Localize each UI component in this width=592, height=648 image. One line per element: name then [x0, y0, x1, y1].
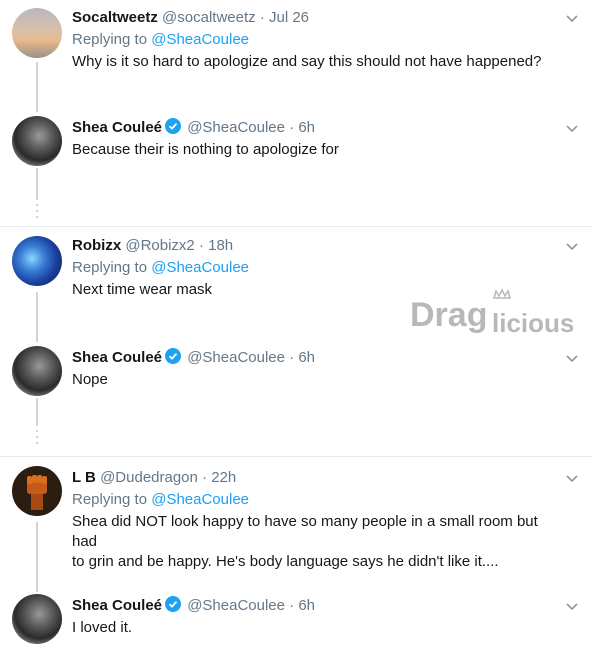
user-handle[interactable]: @Dudedragon [100, 469, 198, 486]
display-name[interactable]: Shea Couleé [72, 597, 162, 614]
separator: · [198, 237, 204, 254]
thread-more-dots [36, 204, 38, 222]
tweet-text: Why is it so hard to apologize and say t… [72, 53, 542, 70]
verified-badge-icon [165, 118, 182, 134]
tweet-header: Socaltweetz @socaltweetz · Jul 26 [72, 8, 560, 28]
user-handle[interactable]: @Robizx2 [125, 237, 194, 254]
chevron-down-icon[interactable] [564, 598, 580, 614]
tweet-header: Robizx @Robizx2 · 18h [72, 236, 560, 256]
verified-badge-icon [165, 348, 182, 364]
avatar[interactable] [12, 236, 62, 286]
user-handle[interactable]: @SheaCoulee [187, 119, 285, 136]
replying-to-label: Replying to [72, 259, 148, 276]
draglicious-watermark-logo: Drag licious [410, 288, 574, 338]
tweet-text: Because their is nothing to apologize fo… [72, 141, 339, 158]
tweet-text: Nope [72, 371, 108, 388]
replying-to: Replying to @SheaCoulee [72, 490, 560, 510]
thread-line [36, 168, 38, 200]
tweet-header: Shea Couleé @SheaCoulee · 6h [72, 348, 560, 368]
separator: · [202, 469, 208, 486]
separator: · [289, 597, 295, 614]
separator: · [289, 119, 295, 136]
chevron-down-icon[interactable] [564, 120, 580, 136]
tweet-header: Shea Couleé @SheaCoulee · 6h [72, 596, 560, 616]
tweet-text: Shea did NOT look happy to have so many … [72, 512, 560, 572]
replying-to: Replying to @SheaCoulee [72, 258, 560, 278]
watermark-text-licious: licious [492, 308, 574, 338]
watermark-text-drag: Drag [410, 296, 487, 334]
timestamp[interactable]: 6h [298, 597, 315, 614]
display-name[interactable]: Shea Couleé [72, 349, 162, 366]
display-name[interactable]: L B [72, 469, 96, 486]
tweet[interactable]: Socaltweetz @socaltweetz · Jul 26 Replyi… [0, 0, 592, 100]
avatar[interactable] [12, 466, 62, 516]
thread-line [36, 398, 38, 426]
avatar[interactable] [12, 594, 62, 644]
user-handle[interactable]: @socaltweetz [162, 9, 256, 26]
timestamp[interactable]: 6h [298, 349, 315, 366]
replying-to: Replying to @SheaCoulee [72, 30, 560, 50]
tweet-header: L B @Dudedragon · 22h [72, 468, 560, 488]
tweet-text-line: to grin and be happy. He's body language… [72, 553, 499, 570]
user-handle[interactable]: @SheaCoulee [187, 349, 285, 366]
tweet[interactable]: L B @Dudedragon · 22h Replying to @SheaC… [0, 458, 592, 570]
mention-link[interactable]: @SheaCoulee [151, 491, 249, 508]
tweet[interactable]: Shea Couleé @SheaCoulee · 6h Nope [0, 342, 592, 402]
user-handle[interactable]: @SheaCoulee [187, 597, 285, 614]
chevron-down-icon[interactable] [564, 470, 580, 486]
chevron-down-icon[interactable] [564, 238, 580, 254]
divider [0, 226, 592, 227]
avatar[interactable] [12, 116, 62, 166]
display-name[interactable]: Robizx [72, 237, 121, 254]
timestamp[interactable]: Jul 26 [269, 9, 309, 26]
tweet-header: Shea Couleé @SheaCoulee · 6h [72, 118, 560, 138]
timestamp[interactable]: 22h [211, 469, 236, 486]
avatar[interactable] [12, 346, 62, 396]
timestamp[interactable]: 6h [298, 119, 315, 136]
mention-link[interactable]: @SheaCoulee [151, 259, 249, 276]
tweet-text-line: Shea did NOT look happy to have so many … [72, 513, 538, 550]
display-name[interactable]: Shea Couleé [72, 119, 162, 136]
avatar[interactable] [12, 8, 62, 58]
mention-link[interactable]: @SheaCoulee [151, 31, 249, 48]
thread-more-dots [36, 430, 38, 448]
tweet[interactable]: Shea Couleé @SheaCoulee · 6h I loved it. [0, 590, 592, 648]
chevron-down-icon[interactable] [564, 10, 580, 26]
raised-fist-icon [27, 475, 47, 510]
display-name[interactable]: Socaltweetz [72, 9, 158, 26]
separator: · [289, 349, 295, 366]
tweet-text: I loved it. [72, 619, 133, 636]
chevron-down-icon[interactable] [564, 350, 580, 366]
verified-badge-icon [165, 596, 182, 612]
separator: · [259, 9, 265, 26]
timestamp[interactable]: 18h [208, 237, 233, 254]
divider [0, 456, 592, 457]
replying-to-label: Replying to [72, 491, 148, 508]
replying-to-label: Replying to [72, 31, 148, 48]
tweet[interactable]: Shea Couleé @SheaCoulee · 6h Because the… [0, 112, 592, 172]
